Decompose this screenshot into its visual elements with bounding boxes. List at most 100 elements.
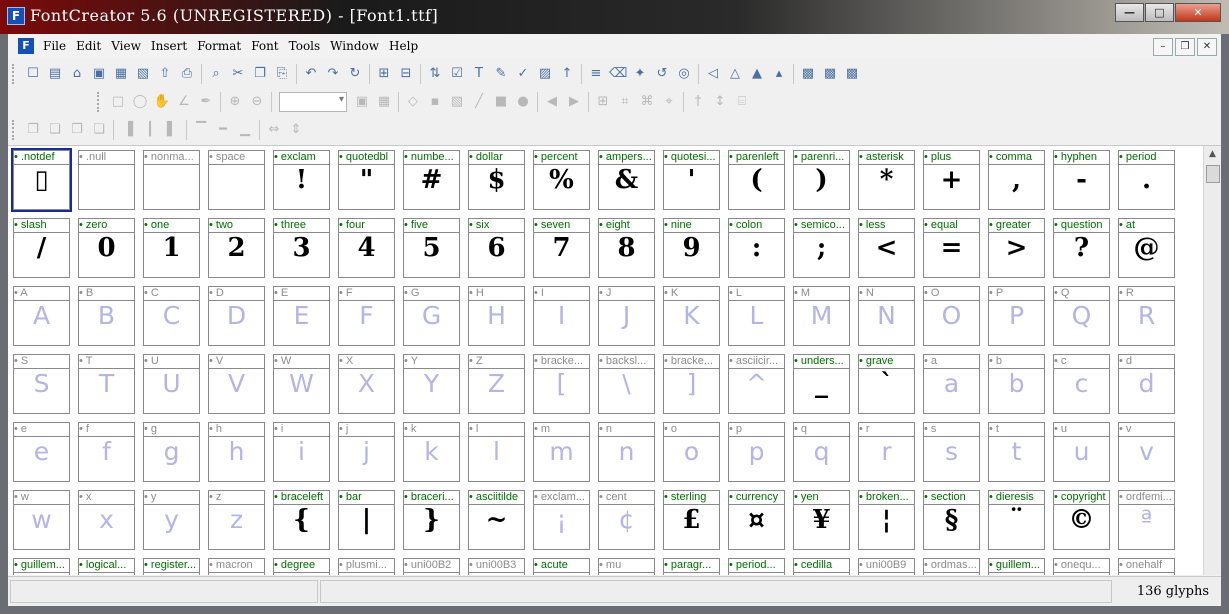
skew-icon[interactable]: ▲ xyxy=(748,65,766,83)
hint-icon[interactable]: † xyxy=(689,93,707,111)
doc-restore-button[interactable]: ❒ xyxy=(1175,38,1195,56)
glyph-cell[interactable]: • eight 8 xyxy=(598,218,655,278)
glyph-cell[interactable]: • .notdef ▯ xyxy=(11,148,72,212)
glyph-cell[interactable]: • AA xyxy=(13,286,70,346)
glyph-cell[interactable]: • pp xyxy=(728,422,785,482)
glyph-cell[interactable]: • bracke...[ xyxy=(533,354,590,414)
glyph-cell[interactable]: • slash / xyxy=(13,218,70,278)
sort-icon[interactable]: ⇅ xyxy=(426,65,444,83)
glyph-cell[interactable]: • ss xyxy=(923,422,980,482)
align-t-icon[interactable]: ▔ xyxy=(192,121,210,139)
redo-icon[interactable]: ↷ xyxy=(324,65,342,83)
validate-icon[interactable]: ✓ xyxy=(514,65,532,83)
menu-format[interactable]: Format xyxy=(192,39,246,53)
add-glyph-icon[interactable]: ⊞ xyxy=(375,65,393,83)
glyph-cell[interactable]: • nonma... xyxy=(143,150,200,210)
select-icon[interactable]: □ xyxy=(109,93,127,111)
toolbar-grip[interactable] xyxy=(12,120,18,140)
glyph-cell[interactable]: • gg xyxy=(143,422,200,482)
zoom-in-icon[interactable]: ⊕ xyxy=(226,93,244,111)
menu-edit[interactable]: Edit xyxy=(71,39,106,53)
document-icon[interactable]: F xyxy=(18,38,34,54)
menu-file[interactable]: File xyxy=(38,39,71,53)
glyph-cell[interactable]: • nine 9 xyxy=(663,218,720,278)
glyph-cell[interactable]: • PP xyxy=(988,286,1045,346)
glyph-cell[interactable]: • quotedbl " xyxy=(338,150,395,210)
text-icon[interactable]: T xyxy=(470,65,488,83)
glyph-cell[interactable]: • logical... xyxy=(78,558,135,575)
align-b-icon[interactable]: ▁ xyxy=(236,121,254,139)
glyph-cell[interactable]: • three 3 xyxy=(273,218,330,278)
measure-icon[interactable]: ∠ xyxy=(175,93,193,111)
new-file-icon[interactable]: ☐ xyxy=(24,65,42,83)
scroll-up-arrow-icon[interactable]: ▲ xyxy=(1204,146,1221,163)
glyph-cell[interactable]: • ampers... & xyxy=(598,150,655,210)
glyph-cell[interactable]: • DD xyxy=(208,286,265,346)
glyph-cell[interactable]: • CC xyxy=(143,286,200,346)
copy-icon[interactable]: ❐ xyxy=(251,65,269,83)
properties-icon[interactable]: ☑ xyxy=(448,65,466,83)
glyph-cell[interactable]: • one 1 xyxy=(143,218,200,278)
dist-h-icon[interactable]: ⇔ xyxy=(265,121,283,139)
glyph-cell[interactable]: • zero 0 xyxy=(78,218,135,278)
glyph-cell[interactable]: • uni00B9 xyxy=(858,558,915,575)
scrollbar-thumb[interactable] xyxy=(1206,165,1220,183)
rotate-icon[interactable]: ↺ xyxy=(653,65,671,83)
close-button[interactable]: ✕ xyxy=(1175,3,1221,22)
preview-icon[interactable]: ▨ xyxy=(536,65,554,83)
glyph-cell[interactable]: • dieresis ¨ xyxy=(988,490,1045,550)
glyph-cell[interactable]: • ee xyxy=(13,422,70,482)
glyph-cell[interactable]: • copyright © xyxy=(1053,490,1110,550)
glyph-cell[interactable]: • cedilla xyxy=(793,558,850,575)
metrics-icon[interactable]: ⌖ xyxy=(660,93,678,111)
align-c-icon[interactable]: ┃ xyxy=(141,121,159,139)
glyph-cell[interactable]: • aa xyxy=(923,354,980,414)
table-icon[interactable]: ⊞ xyxy=(594,93,612,111)
glyph-cell[interactable]: • .null xyxy=(78,150,135,210)
glyph-cell[interactable]: • guillem... xyxy=(13,558,70,575)
glyph-cell[interactable]: • vv xyxy=(1118,422,1175,482)
glyph-cell[interactable]: • less < xyxy=(858,218,915,278)
skew2-icon[interactable]: ▴ xyxy=(770,65,788,83)
glyph-cell[interactable]: • bar | xyxy=(338,490,395,550)
glyph-cell[interactable]: • equal = xyxy=(923,218,980,278)
glyph-cell[interactable]: • six 6 xyxy=(468,218,525,278)
erase-icon[interactable]: ⌫ xyxy=(609,65,627,83)
menu-tools[interactable]: Tools xyxy=(284,39,326,53)
glyph-cell[interactable]: • LL xyxy=(728,286,785,346)
glyph-cell[interactable]: • jj xyxy=(338,422,395,482)
dist-v-icon[interactable]: ⇕ xyxy=(287,121,305,139)
glyph-cell[interactable]: • exclam... ¡ xyxy=(533,490,590,550)
minimize-button[interactable]: — xyxy=(1115,3,1144,22)
glyph-cell[interactable]: • GG xyxy=(403,286,460,346)
copy-doc-icon[interactable]: ▧ xyxy=(134,65,152,83)
glyph-cell[interactable]: • exclam! xyxy=(273,150,330,210)
glyph-cell[interactable]: • plus + xyxy=(923,150,980,210)
map-icon[interactable]: ⌸ xyxy=(733,93,751,111)
glyph-cell[interactable]: • ff xyxy=(78,422,135,482)
point-icon[interactable]: ▪ xyxy=(426,93,444,111)
guides-icon[interactable]: ⌘ xyxy=(638,93,656,111)
toolbar-grip[interactable] xyxy=(97,92,103,112)
glyph-cell[interactable]: • SS xyxy=(13,354,70,414)
open-folder-icon[interactable]: ⌂ xyxy=(68,65,86,83)
install-icon[interactable]: ↑ xyxy=(558,65,576,83)
glyph-cell[interactable]: • seven 7 xyxy=(533,218,590,278)
glyph-cell[interactable]: • hyphen - xyxy=(1053,150,1110,210)
lasso-icon[interactable]: ◯ xyxy=(131,93,149,111)
doc-close-button[interactable]: ✕ xyxy=(1197,38,1217,56)
glyph-cell[interactable]: • nn xyxy=(598,422,655,482)
glyph-cell[interactable]: • ii xyxy=(273,422,330,482)
glyph-cell[interactable]: • ordmas... xyxy=(923,558,980,575)
glyph-cell[interactable]: • yy xyxy=(143,490,200,550)
align-left-icon[interactable]: ◁ xyxy=(704,65,722,83)
glyph-cell[interactable]: • parenleft( xyxy=(728,150,785,210)
pen-icon[interactable]: ✒ xyxy=(197,93,215,111)
glyph-cell[interactable]: • FF xyxy=(338,286,395,346)
maximize-button[interactable]: □ xyxy=(1145,3,1174,22)
zoom-out-icon[interactable]: ⊖ xyxy=(248,93,266,111)
glyph-cell[interactable]: • asciicir... ^ xyxy=(728,354,785,414)
align-m-icon[interactable]: ━ xyxy=(214,121,232,139)
glyph-cell[interactable]: • KK xyxy=(663,286,720,346)
glyph-cell[interactable]: • MM xyxy=(793,286,850,346)
